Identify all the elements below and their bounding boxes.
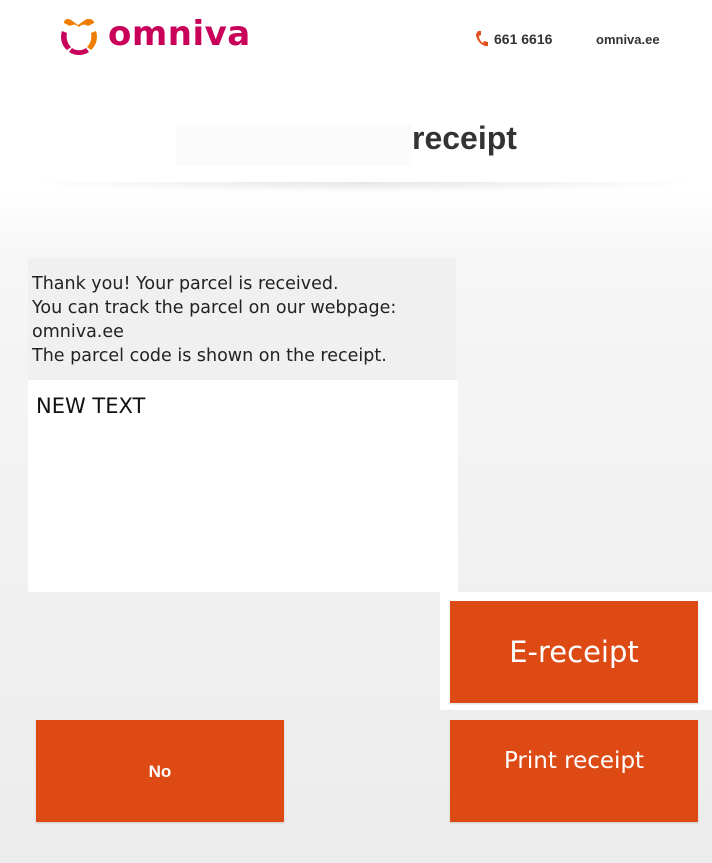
omniva-logo[interactable]: omniva bbox=[58, 12, 251, 60]
message-line: You can track the parcel on our webpage: bbox=[32, 298, 397, 318]
phone-icon bbox=[476, 31, 488, 47]
logo-wordmark: omniva bbox=[108, 14, 251, 54]
no-button[interactable]: No bbox=[36, 720, 284, 822]
title-divider bbox=[40, 182, 690, 192]
phone-contact[interactable]: 661 6616 bbox=[474, 30, 552, 48]
title-placeholder bbox=[176, 124, 412, 166]
confirmation-message: Thank you! Your parcel is received. You … bbox=[28, 258, 456, 380]
message-line: Thank you! Your parcel is received. bbox=[32, 274, 339, 294]
print-receipt-button[interactable]: Print receipt bbox=[450, 720, 698, 822]
text-area[interactable]: NEW TEXT bbox=[28, 380, 458, 592]
phone-number: 661 6616 bbox=[494, 31, 553, 47]
e-receipt-button[interactable]: E-receipt bbox=[450, 601, 698, 703]
header: omniva 661 6616 omniva.ee bbox=[0, 0, 712, 90]
title-section: receipt bbox=[0, 110, 712, 190]
message-line: The parcel code is shown on the receipt. bbox=[32, 346, 387, 366]
omniva-logo-icon bbox=[61, 19, 97, 55]
website-link[interactable]: omniva.ee bbox=[596, 32, 660, 47]
page-title: receipt bbox=[412, 120, 517, 156]
message-line: omniva.ee bbox=[32, 322, 124, 342]
